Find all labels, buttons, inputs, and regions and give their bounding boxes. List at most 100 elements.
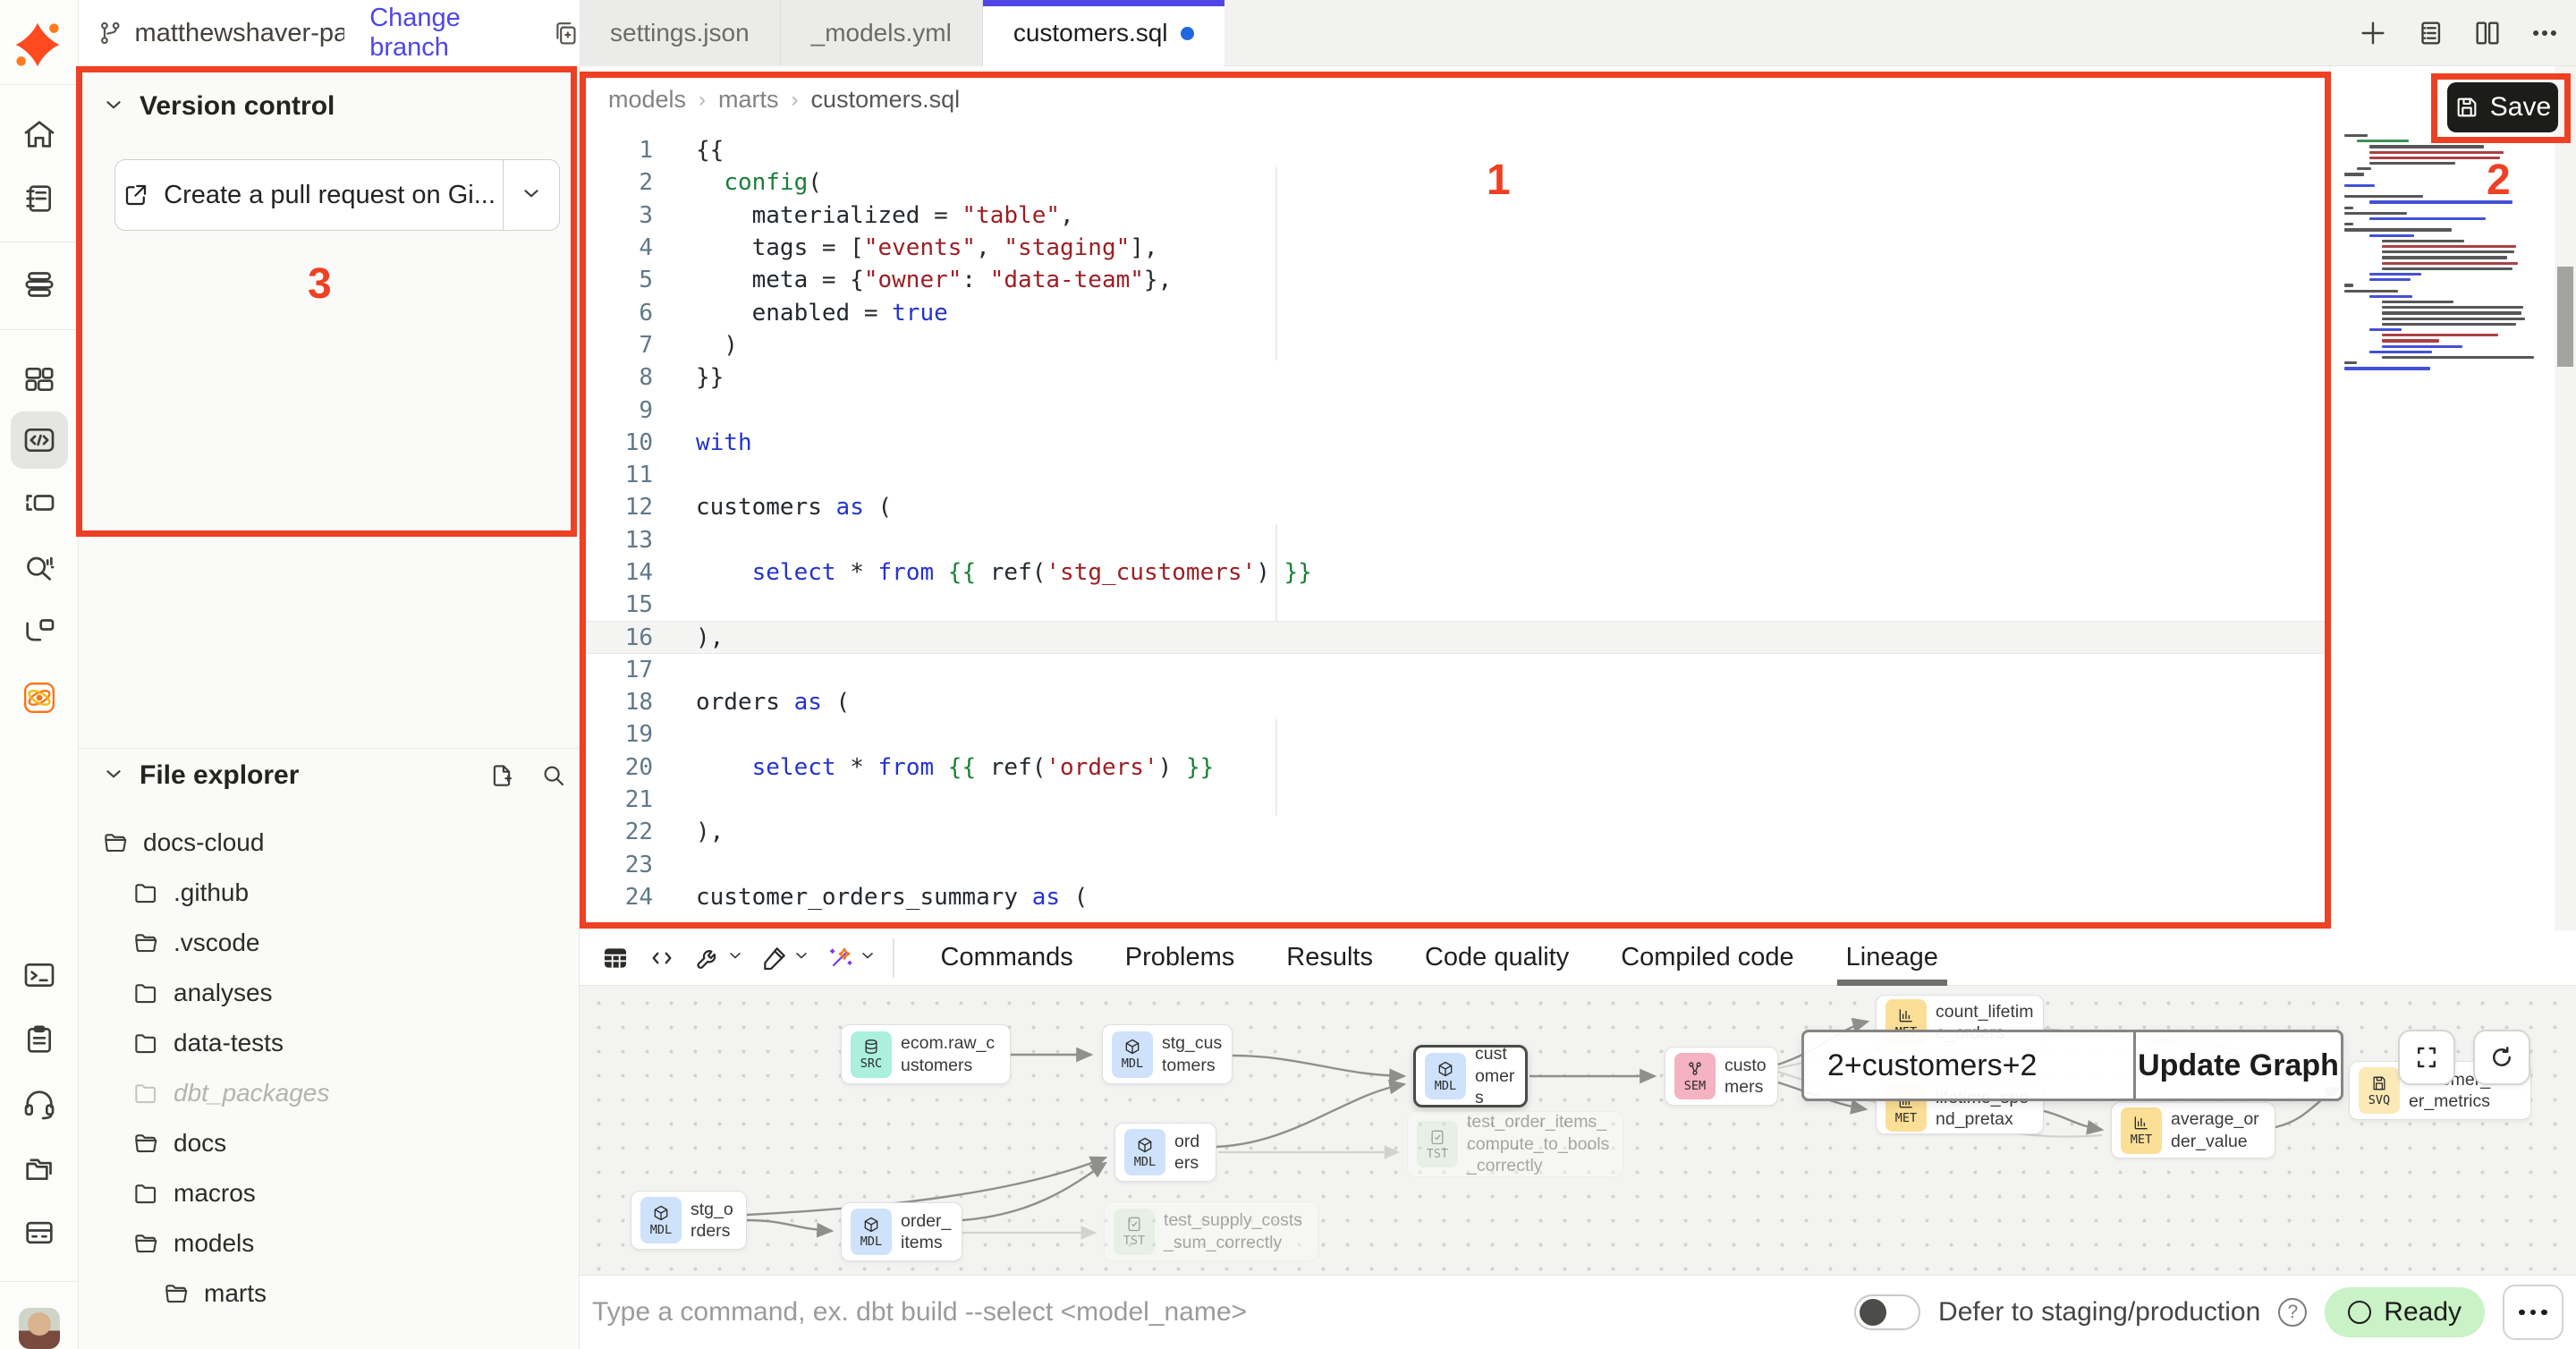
bottom-tab-lineage[interactable]: Lineage [1846,930,1938,986]
code-line-4[interactable]: 4 tags = ["events", "staging"], [580,232,2329,264]
dbt-fusion-atom-icon[interactable] [11,669,68,726]
bottom-tab-compiled-code[interactable]: Compiled code [1621,930,1793,986]
refresh-button[interactable] [2473,1030,2530,1085]
change-branch-link[interactable]: Change branch [369,4,529,63]
lineage-canvas[interactable]: SRCecom.raw_customers MDLstg_customers MDL… [580,986,2576,1275]
code-line-10[interactable]: 10with [580,427,2329,459]
create-pr-button[interactable]: Create a pull request on Gi... [115,160,504,230]
flow-icon[interactable] [11,603,68,660]
lineage-node-order_items[interactable]: MDLorder_items [841,1202,962,1261]
code-line-24[interactable]: 24customer_orders_summary as ( [580,881,2329,913]
code-line-3[interactable]: 3 materialized = "table", [580,199,2329,232]
defer-toggle[interactable] [1854,1294,1920,1330]
lineage-node-customers[interactable]: SEMcustomers [1665,1047,1778,1106]
format-pen-icon[interactable] [751,935,798,981]
lineage-node-customers[interactable]: MDLcustomers [1413,1045,1528,1107]
fullscreen-button[interactable] [2398,1030,2455,1085]
tab-customers.sql[interactable]: customers.sql [983,0,1224,66]
lineage-node-test_order_items_compute_to_bools[interactable]: TSTtest_order_items_compute_to_bools _co… [1407,1111,1623,1177]
tree-item-docs-cloud[interactable]: docs-cloud [79,818,578,868]
create-pr-split-button[interactable]: Create a pull request on Gi... [114,159,560,231]
breadcrumb-segment[interactable]: models [608,86,686,114]
code-content[interactable]: 1{{2 config(3 materialized = "table",4 t… [580,134,2329,913]
tree-item-docs[interactable]: docs [79,1118,578,1168]
lineage-node-ecom.raw_customers[interactable]: SRCecom.raw_customers [841,1024,1011,1084]
version-control-header[interactable]: Version control [102,91,335,122]
tab-settings.json[interactable]: settings.json [580,0,781,66]
save-button[interactable]: Save [2447,82,2558,132]
copy-icon[interactable] [552,18,580,48]
code-line-18[interactable]: 18orders as ( [580,686,2329,718]
code-line-15[interactable]: 15 [580,589,2329,621]
minimap[interactable] [2329,66,2555,930]
code-line-11[interactable]: 11 [580,459,2329,491]
lineage-node-orders[interactable]: MDLorders [1114,1123,1216,1182]
lineage-node-average_order_value[interactable]: METaverage_order_value [2111,1102,2275,1158]
code-line-22[interactable]: 22), [580,816,2329,848]
tree-item-dbt_packages[interactable]: dbt_packages [79,1068,578,1118]
tree-item-macros[interactable]: macros [79,1168,578,1218]
code-line-9[interactable]: 9 [580,394,2329,426]
user-avatar[interactable] [19,1308,60,1349]
editor-scrollbar[interactable] [2555,66,2576,930]
ai-wand-icon[interactable] [818,935,864,981]
code-line-6[interactable]: 6 enabled = true [580,296,2329,328]
code-line-13[interactable]: 13 [580,524,2329,556]
code-line-8[interactable]: 8}} [580,361,2329,394]
scrollbar-thumb[interactable] [2557,267,2573,367]
code-line-21[interactable]: 21 [580,784,2329,816]
code-editor[interactable]: models›marts›customers.sql 1{{2 config(3… [580,66,2329,930]
search-icon[interactable] [540,762,567,789]
lineage-selector-input[interactable]: 2+customers+2 [1804,1032,2133,1099]
folder-stack-icon[interactable] [11,1140,68,1197]
compile-code-icon[interactable] [639,935,685,981]
code-line-1[interactable]: 1{{ [580,134,2329,166]
new-tab-icon[interactable] [2354,14,2392,52]
stack-icon[interactable] [11,256,68,313]
catalog-search-icon[interactable] [11,539,68,596]
home-icon[interactable] [11,106,68,163]
terminal-icon[interactable] [11,946,68,1004]
headset-support-icon[interactable] [11,1075,68,1133]
bottom-tab-code-quality[interactable]: Code quality [1425,930,1569,986]
code-line-12[interactable]: 12customers as ( [580,491,2329,523]
lineage-node-stg_orders[interactable]: MDLstg_orders [631,1191,747,1250]
code-line-2[interactable]: 2 config( [580,166,2329,199]
tree-item-analyses[interactable]: analyses [79,968,578,1018]
changed-files-panel-icon[interactable] [2411,14,2449,52]
lineage-node-test_supply_costs_sum_correctly[interactable]: TSTtest_supply_costs_sum_correctly [1104,1201,1318,1261]
code-line-20[interactable]: 20 select * from {{ ref('orders') }} [580,751,2329,784]
create-pr-caret[interactable] [504,160,559,230]
clipboard-icon[interactable] [11,1011,68,1068]
dashboard-icon[interactable] [11,351,68,408]
bottom-tab-problems[interactable]: Problems [1125,930,1235,986]
tab-_models.yml[interactable]: _models.yml [781,0,983,66]
code-line-17[interactable]: 17 [580,654,2329,686]
code-line-14[interactable]: 14 select * from {{ ref('stg_customers')… [580,556,2329,589]
notebook-icon[interactable] [11,170,68,227]
results-table-icon[interactable] [592,935,639,981]
command-input[interactable]: Type a command, ex. dbt build --select <… [592,1297,1854,1328]
orchestration-icon[interactable] [11,474,68,531]
dbt-logo-icon[interactable] [13,20,63,70]
breadcrumb-segment[interactable]: customers.sql [811,86,961,114]
code-line-23[interactable]: 23 [580,849,2329,881]
bottom-tab-results[interactable]: Results [1286,930,1373,986]
update-graph-button[interactable]: Update Graph [2133,1032,2341,1099]
storage-box-icon[interactable] [11,1204,68,1261]
tree-item-data-tests[interactable]: data-tests [79,1018,578,1068]
build-wrench-icon[interactable] [685,935,732,981]
tree-item-marts[interactable]: marts [79,1268,578,1319]
breadcrumb-segment[interactable]: marts [718,86,779,114]
new-file-icon[interactable] [488,762,515,789]
code-editor-icon[interactable] [11,411,68,469]
code-line-7[interactable]: 7 ) [580,329,2329,361]
tree-item-models[interactable]: models [79,1218,578,1268]
lineage-node-stg_customers[interactable]: MDLstg_customers [1102,1024,1233,1084]
command-more-button[interactable] [2503,1285,2563,1340]
ai-options-chevron[interactable] [859,946,878,969]
code-line-16[interactable]: 16), [580,621,2329,653]
code-line-5[interactable]: 5 meta = {"owner": "data-team"}, [580,264,2329,296]
tree-item-.github[interactable]: .github [79,868,578,918]
build-options-chevron[interactable] [726,946,746,969]
